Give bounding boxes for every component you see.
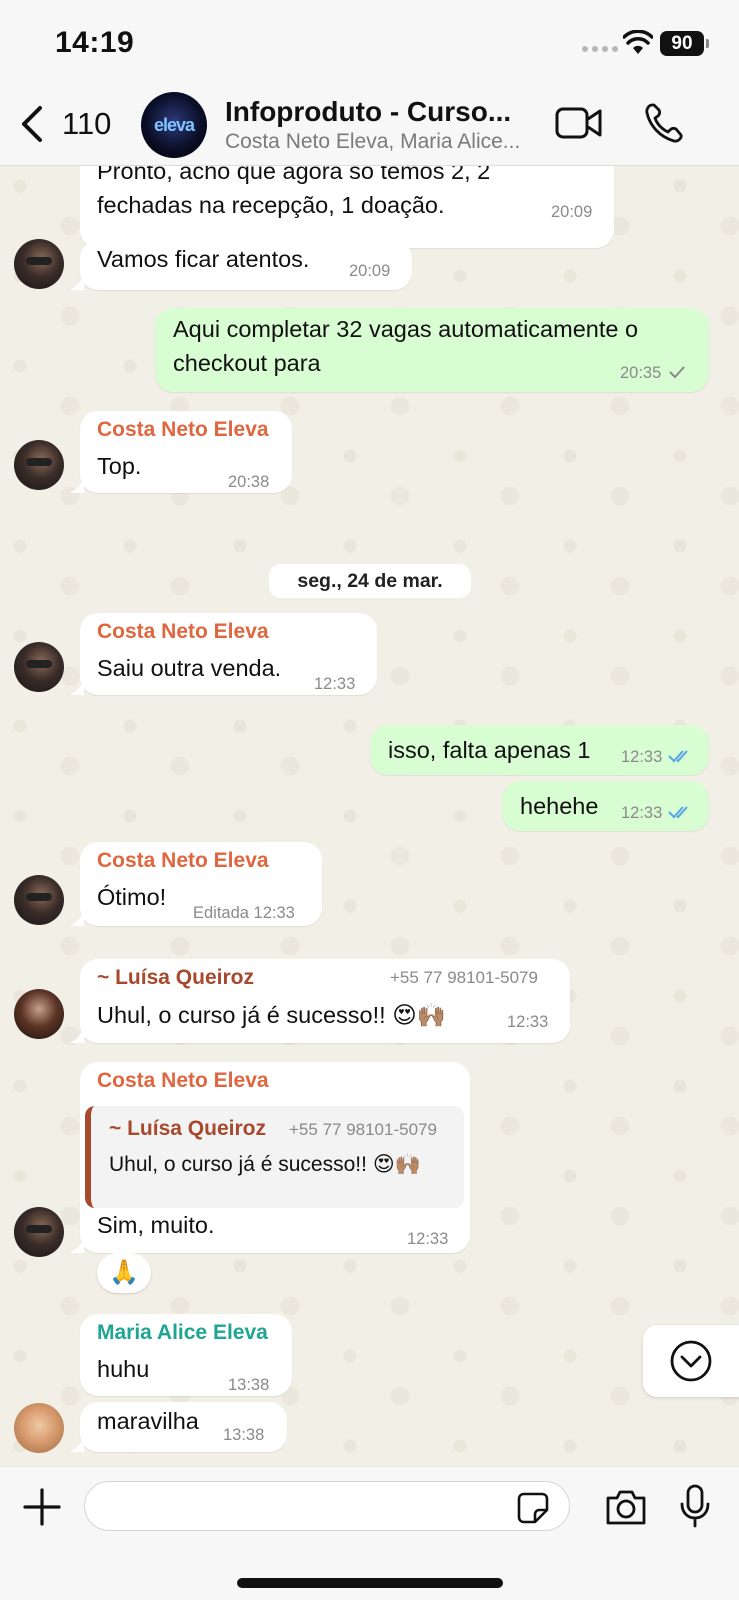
chat-subtitle[interactable]: Costa Neto Eleva, Maria Alice...: [225, 130, 540, 154]
bubble-tail: [70, 274, 84, 290]
sender-phone[interactable]: +55 77 98101-5079: [390, 968, 538, 988]
status-time: 14:19: [55, 26, 135, 59]
avatar[interactable]: [14, 1207, 64, 1257]
unread-count: 110: [62, 106, 112, 141]
quoted-text-body: Uhul, o curso já é sucesso!!: [109, 1153, 367, 1176]
attach-plus-button[interactable]: [22, 1487, 62, 1527]
sender-name[interactable]: Costa Neto Eleva: [97, 418, 269, 442]
message-text-body: Uhul, o curso já é sucesso!!: [97, 1002, 386, 1028]
read-ticks-icon: [668, 750, 688, 763]
chat-title[interactable]: Infoproduto - Curso...: [225, 96, 525, 128]
message-text: isso, falta apenas 1: [388, 737, 591, 763]
message-reaction[interactable]: 🙏: [97, 1253, 151, 1293]
sender-name[interactable]: ~ Luísa Queiroz: [97, 966, 254, 990]
message-text: checkout para: [173, 350, 321, 376]
back-button[interactable]: 110: [18, 104, 111, 144]
scroll-to-bottom-button[interactable]: [643, 1325, 739, 1397]
bubble-tail: [70, 477, 84, 493]
quoted-sender: ~ Luísa Queiroz: [109, 1117, 266, 1140]
sender-name[interactable]: Maria Alice Eleva: [97, 1321, 268, 1345]
status-bar: 14:19 90: [0, 0, 739, 90]
home-indicator: [237, 1578, 503, 1588]
message-time: 20:38: [228, 473, 270, 491]
video-call-button[interactable]: [555, 106, 603, 140]
message-text: Uhul, o curso já é sucesso!! 😍🙌🏽: [97, 998, 446, 1032]
message-edited-time: Editada 12:33: [193, 904, 295, 922]
avatar[interactable]: [14, 239, 64, 289]
cellular-signal-icon: [582, 46, 618, 52]
date-separator: seg., 24 de mar.: [269, 564, 471, 598]
message-time: 13:38: [223, 1426, 265, 1444]
message-text: Ótimo!: [97, 884, 167, 910]
message-text: Aqui completar 32 vagas automaticamente …: [173, 316, 639, 342]
message-text: maravilha: [97, 1408, 199, 1434]
avatar[interactable]: [14, 440, 64, 490]
bubble-tail: [70, 910, 84, 926]
quoted-text: Uhul, o curso já é sucesso!! 😍🙌🏽: [109, 1148, 421, 1182]
sender-name[interactable]: Costa Neto Eleva: [97, 849, 269, 873]
chevron-left-icon: [22, 106, 42, 142]
avatar[interactable]: [14, 642, 64, 692]
message-time: 20:09: [349, 262, 391, 280]
quoted-phone: +55 77 98101-5079: [289, 1120, 437, 1139]
bubble-tail: [70, 1436, 84, 1452]
message-time: 20:09: [551, 203, 593, 221]
message-text: Saiu outra venda.: [97, 655, 282, 681]
sender-name[interactable]: Costa Neto Eleva: [97, 620, 269, 644]
message-input[interactable]: [84, 1481, 570, 1531]
bubble-tail: [70, 1027, 84, 1043]
bubble-tail: [70, 679, 84, 695]
message-time: 20:35: [620, 364, 662, 382]
chat-header: 110 eleva Infoproduto - Curso... Costa N…: [0, 90, 739, 166]
message-text: fechadas na recepção, 1 doação.: [97, 192, 445, 218]
message-time: 12:33: [621, 804, 663, 822]
avatar[interactable]: [14, 1403, 64, 1453]
message-time: 12:33: [314, 675, 356, 693]
sender-name[interactable]: Costa Neto Eleva: [97, 1069, 269, 1093]
voice-call-button[interactable]: [644, 102, 684, 144]
message-text: Sim, muito.: [97, 1212, 215, 1238]
message-text: hehehe: [520, 793, 599, 819]
read-ticks-icon: [668, 806, 688, 819]
camera-button[interactable]: [604, 1487, 648, 1527]
message-time: 12:33: [507, 1013, 549, 1031]
message-text: huhu: [97, 1356, 150, 1382]
wifi-icon: [623, 30, 653, 54]
sticker-button[interactable]: [516, 1491, 550, 1525]
microphone-button[interactable]: [678, 1483, 712, 1529]
message-time: 12:33: [621, 748, 663, 766]
emoji: 😍🙌🏽: [372, 1153, 421, 1176]
message-text: Pronto, acho que agora só temos 2, 2: [97, 166, 491, 184]
emoji: 😍🙌🏽: [392, 1002, 446, 1028]
sent-check-icon: [669, 366, 685, 379]
avatar[interactable]: [14, 989, 64, 1039]
group-avatar-logo: eleva: [153, 114, 195, 135]
message-text: Top.: [97, 453, 142, 479]
group-avatar[interactable]: eleva: [141, 92, 207, 158]
chat-area[interactable]: Pronto, acho que agora só temos 2, 2 fec…: [0, 166, 739, 1466]
bubble-tail: [70, 1237, 84, 1253]
message-text: Vamos ficar atentos.: [97, 246, 310, 272]
battery-indicator: 90: [660, 31, 709, 56]
avatar[interactable]: [14, 875, 64, 925]
message-time: 13:38: [228, 1376, 270, 1394]
message-time: 12:33: [407, 1230, 449, 1248]
chevron-down-circle-icon: [670, 1340, 712, 1382]
